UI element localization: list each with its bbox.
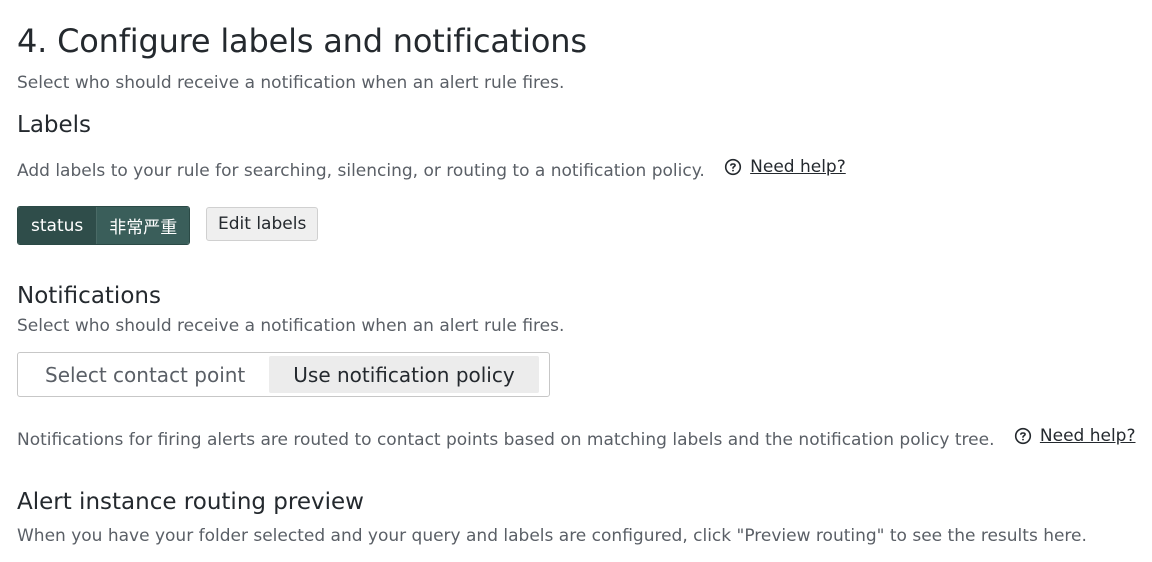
label-key: status [18,207,98,244]
policy-info-text: Notifications for firing alerts are rout… [17,430,995,450]
policy-help-link[interactable]: Need help? [1040,426,1136,446]
labels-help-link[interactable]: Need help? [750,157,846,177]
routing-preview-heading: Alert instance routing preview [17,489,364,515]
label-chip: status 非常严重 [17,206,191,245]
routing-preview-description: When you have your folder selected and y… [17,526,1087,546]
labels-heading: Labels [17,112,92,138]
question-circle-icon [724,158,742,176]
notifications-description: Select who should receive a notification… [17,316,565,336]
use-notification-policy-option[interactable]: Use notification policy [269,356,539,393]
select-contact-point-option[interactable]: Select contact point [21,356,269,393]
step-description: Select who should receive a notification… [17,73,565,93]
notification-mode-radio-group: Select contact point Use notification po… [17,352,550,397]
labels-help[interactable]: Need help? [724,157,846,177]
label-value: 非常严重 [97,207,190,244]
notifications-heading: Notifications [17,283,161,309]
edit-labels-button[interactable]: Edit labels [206,207,319,241]
policy-help[interactable]: Need help? [1014,426,1136,446]
step-title: 4. Configure labels and notifications [17,22,587,60]
question-circle-icon [1014,427,1032,445]
labels-description: Add labels to your rule for searching, s… [17,161,705,181]
policy-info-row: Notifications for firing alerts are rout… [17,426,1136,450]
labels-description-row: Add labels to your rule for searching, s… [17,157,846,181]
